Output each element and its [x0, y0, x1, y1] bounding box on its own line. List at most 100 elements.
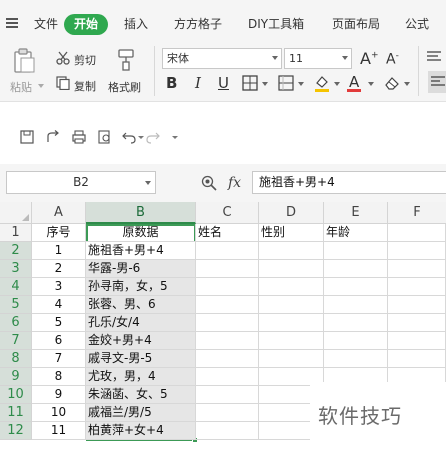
row-header-4[interactable]: 4: [0, 278, 32, 296]
cell-f1[interactable]: [388, 224, 446, 242]
cell-a4[interactable]: 3: [32, 278, 86, 296]
cell-b8[interactable]: 戚寻文-男-5: [86, 350, 196, 368]
copy-icon[interactable]: [56, 76, 70, 90]
cell-b1[interactable]: 原数据: [86, 224, 196, 242]
tab-insert[interactable]: 插入: [124, 15, 148, 32]
column-header-b[interactable]: B: [86, 202, 196, 224]
cell-a9[interactable]: 8: [32, 368, 86, 386]
cell-c4[interactable]: [196, 278, 259, 296]
undo-icon[interactable]: [122, 130, 136, 144]
zoom-function-icon[interactable]: [201, 175, 217, 191]
row-header-12[interactable]: 12: [0, 422, 32, 440]
cell-b6[interactable]: 孔乐/女/4: [86, 314, 196, 332]
cell-c1[interactable]: 姓名: [196, 224, 259, 242]
main-menu-icon[interactable]: [6, 18, 18, 28]
cell-f4[interactable]: [388, 278, 446, 296]
fill-color-dropdown-icon[interactable]: [334, 82, 340, 86]
cell-e3[interactable]: [324, 260, 388, 278]
cell-e5[interactable]: [324, 296, 388, 314]
cell-b9[interactable]: 尤玫，男，4: [86, 368, 196, 386]
column-header-f[interactable]: F: [388, 202, 446, 224]
copy-button[interactable]: 复制: [74, 78, 96, 94]
tab-page-layout[interactable]: 页面布局: [332, 15, 380, 32]
cell-d8[interactable]: [259, 350, 324, 368]
cell-d1[interactable]: 性别: [259, 224, 324, 242]
share-icon[interactable]: [46, 130, 60, 144]
italic-button[interactable]: I: [195, 75, 201, 91]
format-painter-icon[interactable]: [117, 49, 135, 71]
font-color-dropdown-icon[interactable]: [368, 82, 374, 86]
cell-b5[interactable]: 张蓉、男、6: [86, 296, 196, 314]
row-header-1[interactable]: 1: [0, 224, 32, 242]
borders-dropdown-icon[interactable]: [262, 82, 268, 86]
paste-dropdown-icon[interactable]: [38, 84, 44, 88]
format-painter-button[interactable]: 格式刷: [108, 79, 141, 95]
cell-c9[interactable]: [196, 368, 259, 386]
merge-dropdown-icon[interactable]: [298, 82, 304, 86]
cell-d3[interactable]: [259, 260, 324, 278]
cell-a12[interactable]: 11: [32, 422, 86, 440]
cell-f5[interactable]: [388, 296, 446, 314]
cell-c7[interactable]: [196, 332, 259, 350]
tab-ffgz[interactable]: 方方格子: [174, 15, 222, 32]
cell-b3[interactable]: 华露-男-6: [86, 260, 196, 278]
column-header-a[interactable]: A: [32, 202, 86, 224]
column-header-d[interactable]: D: [259, 202, 324, 224]
align-left-button[interactable]: [428, 71, 446, 93]
cell-c2[interactable]: [196, 242, 259, 260]
cell-d2[interactable]: [259, 242, 324, 260]
cell-c8[interactable]: [196, 350, 259, 368]
fill-color-icon[interactable]: [313, 74, 331, 92]
column-header-c[interactable]: C: [196, 202, 259, 224]
cell-b11[interactable]: 戚福兰/男/5: [86, 404, 196, 422]
cell-e7[interactable]: [324, 332, 388, 350]
save-icon[interactable]: [20, 130, 34, 144]
cell-a10[interactable]: 9: [32, 386, 86, 404]
bold-button[interactable]: B: [166, 75, 177, 91]
cell-a3[interactable]: 2: [32, 260, 86, 278]
quick-access-more-icon[interactable]: [172, 136, 178, 139]
print-preview-icon[interactable]: [98, 130, 112, 144]
cell-a2[interactable]: 1: [32, 242, 86, 260]
cell-b4[interactable]: 孙寻南，女，5: [86, 278, 196, 296]
redo-icon[interactable]: [146, 130, 160, 144]
cell-b7[interactable]: 金姣+男+4: [86, 332, 196, 350]
undo-dropdown-icon[interactable]: [138, 136, 144, 139]
print-icon[interactable]: [72, 130, 86, 144]
cell-f6[interactable]: [388, 314, 446, 332]
paste-button[interactable]: 粘贴: [10, 79, 32, 95]
font-name-select[interactable]: 宋体: [162, 48, 282, 69]
merge-cells-icon[interactable]: [278, 75, 294, 91]
cell-a5[interactable]: 4: [32, 296, 86, 314]
grow-font-button[interactable]: A+: [360, 49, 379, 68]
cell-c5[interactable]: [196, 296, 259, 314]
cell-c10[interactable]: [196, 386, 259, 404]
cell-c6[interactable]: [196, 314, 259, 332]
cell-e6[interactable]: [324, 314, 388, 332]
cell-a6[interactable]: 5: [32, 314, 86, 332]
cell-b2[interactable]: 施祖香+男+4: [86, 242, 196, 260]
clear-dropdown-icon[interactable]: [404, 82, 410, 86]
tab-formulas[interactable]: 公式: [405, 15, 429, 32]
row-header-8[interactable]: 8: [0, 350, 32, 368]
cell-d4[interactable]: [259, 278, 324, 296]
tab-home[interactable]: 开始: [64, 14, 108, 35]
cell-f2[interactable]: [388, 242, 446, 260]
cell-e8[interactable]: [324, 350, 388, 368]
cell-c11[interactable]: [196, 404, 259, 422]
cell-c3[interactable]: [196, 260, 259, 278]
row-header-11[interactable]: 11: [0, 404, 32, 422]
formula-input[interactable]: 施祖香+男+4: [252, 171, 446, 194]
cell-e2[interactable]: [324, 242, 388, 260]
tab-diy-toolbox[interactable]: DIY工具箱: [248, 15, 304, 32]
cell-b12[interactable]: 柏黄萍+女+4: [86, 422, 196, 440]
font-size-select[interactable]: 11: [284, 48, 352, 69]
select-all-corner[interactable]: [0, 202, 32, 224]
cell-a1[interactable]: 序号: [32, 224, 86, 242]
eraser-icon[interactable]: [384, 75, 400, 91]
scissors-icon[interactable]: [56, 51, 70, 65]
row-header-6[interactable]: 6: [0, 314, 32, 332]
cell-c12[interactable]: [196, 422, 259, 440]
cell-b10[interactable]: 朱涵菡、女、5: [86, 386, 196, 404]
align-top-icon[interactable]: [426, 50, 442, 64]
